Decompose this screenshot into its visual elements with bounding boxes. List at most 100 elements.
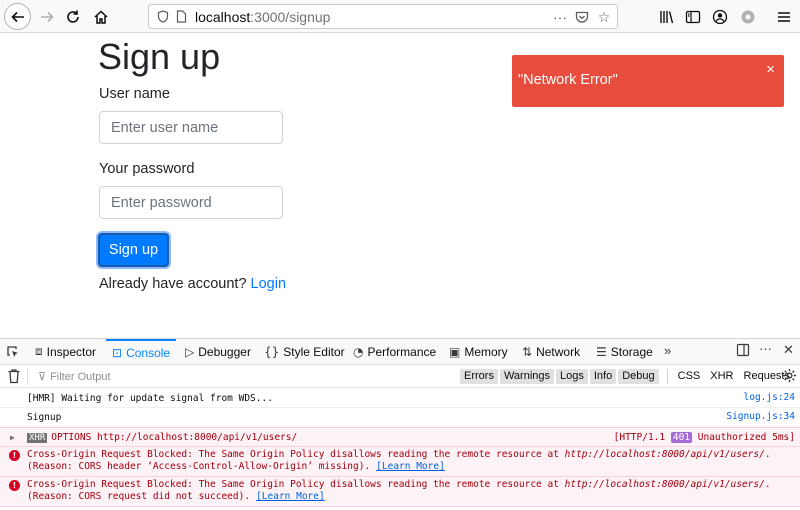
extension-button[interactable] xyxy=(735,4,761,30)
log-message: Signup xyxy=(27,412,62,423)
login-prompt: Already have account? Login xyxy=(99,276,286,292)
filter-xhr[interactable]: XHR xyxy=(706,369,737,384)
filter-debug[interactable]: Debug xyxy=(618,369,659,384)
tab-memory-label: Memory xyxy=(464,344,508,359)
xhr-badge: XHR xyxy=(27,433,48,443)
network-icon: ⇅ xyxy=(522,344,533,359)
toast-message: "Network Error" xyxy=(518,72,618,88)
style-editor-icon: {} xyxy=(264,344,280,359)
console-log-row: Signup Signup.js:34 xyxy=(0,408,800,427)
tab-network[interactable]: ⇅ Network xyxy=(522,339,580,364)
username-label: User name xyxy=(99,86,170,102)
library-button[interactable] xyxy=(654,4,680,30)
tab-debugger[interactable]: ▷ Debugger xyxy=(185,339,251,364)
log-source-link[interactable]: Signup.js:34 xyxy=(726,411,795,422)
log-level-filters: Errors Warnings Logs Info Debug CSS XHR … xyxy=(460,369,796,384)
console-filter-bar: ⊽ Filter Output Errors Warnings Logs Info… xyxy=(0,365,800,388)
error-line-1: Cross-Origin Request Blocked: The Same O… xyxy=(27,449,771,460)
trash-icon[interactable] xyxy=(7,368,21,384)
reload-icon xyxy=(67,10,79,23)
divider xyxy=(666,369,668,384)
error-period: . xyxy=(764,449,771,460)
more-actions-icon[interactable]: ··· xyxy=(551,8,569,26)
filter-info[interactable]: Info xyxy=(589,369,617,384)
learn-more-link[interactable]: [Learn More] xyxy=(376,461,445,472)
sidebar-button[interactable] xyxy=(680,4,706,30)
xhr-request-text: OPTIONS http://localhost:8000/api/v1/use… xyxy=(51,432,298,443)
error-reason: (Reason: CORS header ‘Access-Control-All… xyxy=(27,461,371,472)
xhr-request-line: XHR OPTIONS http://localhost:8000/api/v1/… xyxy=(27,432,297,443)
dock-icon[interactable] xyxy=(736,343,750,360)
devtools-tabbar: ⧈ Inspector ⊡ Console ▷ Debugger {} Styl… xyxy=(0,339,800,365)
tab-storage[interactable]: ☰ Storage xyxy=(596,339,653,364)
xhr-status: [HTTP/1.1 401 Unauthorized 5ms] xyxy=(614,432,795,443)
console-error-row: ! Cross-Origin Request Blocked: The Same… xyxy=(0,447,800,477)
tab-style-editor-label: Style Editor xyxy=(283,344,345,359)
tab-debugger-label: Debugger xyxy=(198,344,251,359)
extension-icon xyxy=(741,10,755,24)
error-line-2: (Reason: CORS header ‘Access-Control-All… xyxy=(27,461,445,472)
tab-inspector[interactable]: ⧈ Inspector xyxy=(35,339,96,364)
filter-warnings[interactable]: Warnings xyxy=(499,369,555,384)
tab-console-label: Console xyxy=(126,345,171,360)
error-icon: ! xyxy=(9,480,20,491)
already-have-account-text: Already have account? xyxy=(99,276,247,292)
tab-inspector-label: Inspector xyxy=(46,344,96,359)
menu-button[interactable] xyxy=(771,4,797,30)
url-text[interactable]: localhost:3000/signup xyxy=(195,9,330,25)
close-icon[interactable]: × xyxy=(766,61,775,78)
error-text: Cross-Origin Request Blocked: The Same O… xyxy=(27,479,565,490)
shield-icon[interactable] xyxy=(155,9,171,25)
url-bar[interactable]: localhost:3000/signup ··· ☆ xyxy=(148,4,618,29)
sidebar-icon xyxy=(685,10,701,24)
home-button[interactable] xyxy=(88,4,114,30)
password-input[interactable] xyxy=(99,186,283,219)
console-icon: ⊡ xyxy=(112,345,123,360)
error-url: http://localhost:8000/api/v1/users/ xyxy=(564,449,765,460)
http-protocol: [HTTP/1.1 xyxy=(613,432,666,443)
error-line-2: (Reason: CORS request did not succeed). [… xyxy=(27,491,325,502)
username-input[interactable] xyxy=(99,111,283,144)
console-error-row: ! Cross-Origin Request Blocked: The Same… xyxy=(0,477,800,507)
filter-output-input[interactable]: ⊽ Filter Output xyxy=(38,370,111,383)
close-devtools-icon[interactable]: ✕ xyxy=(783,342,794,358)
bookmark-star-icon[interactable]: ☆ xyxy=(595,8,613,26)
back-button[interactable] xyxy=(4,3,31,30)
tab-network-label: Network xyxy=(536,344,581,359)
page-content: Sign up User name Your password Sign up … xyxy=(0,34,800,338)
more-tabs-icon[interactable]: » xyxy=(664,343,671,358)
devtools-panel: ⧈ Inspector ⊡ Console ▷ Debugger {} Styl… xyxy=(0,338,800,510)
error-reason: (Reason: CORS request did not succeed). xyxy=(27,491,251,502)
arrow-left-icon xyxy=(10,11,24,22)
page-icon[interactable] xyxy=(173,9,189,25)
performance-icon: ◔ xyxy=(353,344,364,359)
console-log-row: [HMR] Waiting for update signal from WDS… xyxy=(0,389,800,408)
signup-button[interactable]: Sign up xyxy=(98,233,169,267)
forward-button[interactable] xyxy=(34,4,60,30)
account-button[interactable] xyxy=(707,4,733,30)
tab-style-editor[interactable]: {} Style Editor xyxy=(264,339,345,364)
pocket-icon[interactable] xyxy=(573,8,591,26)
devtools-menu-icon[interactable]: ··· xyxy=(759,341,772,356)
login-link[interactable]: Login xyxy=(251,276,286,292)
settings-gear-icon[interactable] xyxy=(782,368,797,383)
log-source-link[interactable]: log.js:24 xyxy=(744,392,795,403)
filter-logs[interactable]: Logs xyxy=(556,369,588,384)
filter-icon: ⊽ xyxy=(38,371,47,383)
filter-css[interactable]: CSS xyxy=(674,369,705,384)
tab-console[interactable]: ⊡ Console xyxy=(106,339,177,364)
hamburger-menu-icon xyxy=(778,12,790,22)
error-line-1: Cross-Origin Request Blocked: The Same O… xyxy=(27,479,771,490)
element-picker-button[interactable] xyxy=(6,339,20,364)
filter-placeholder: Filter Output xyxy=(50,371,111,383)
storage-icon: ☰ xyxy=(596,344,607,359)
memory-icon: ▣ xyxy=(449,344,461,359)
learn-more-link[interactable]: [Learn More] xyxy=(256,491,325,502)
console-xhr-row[interactable]: ▶ XHR OPTIONS http://localhost:8000/api/v… xyxy=(0,427,800,447)
reload-button[interactable] xyxy=(60,4,86,30)
library-icon xyxy=(660,11,674,24)
filter-errors[interactable]: Errors xyxy=(460,369,498,384)
expand-triangle-icon[interactable]: ▶ xyxy=(10,433,15,442)
tab-memory[interactable]: ▣ Memory xyxy=(449,339,508,364)
tab-performance[interactable]: ◔ Performance xyxy=(353,339,436,364)
